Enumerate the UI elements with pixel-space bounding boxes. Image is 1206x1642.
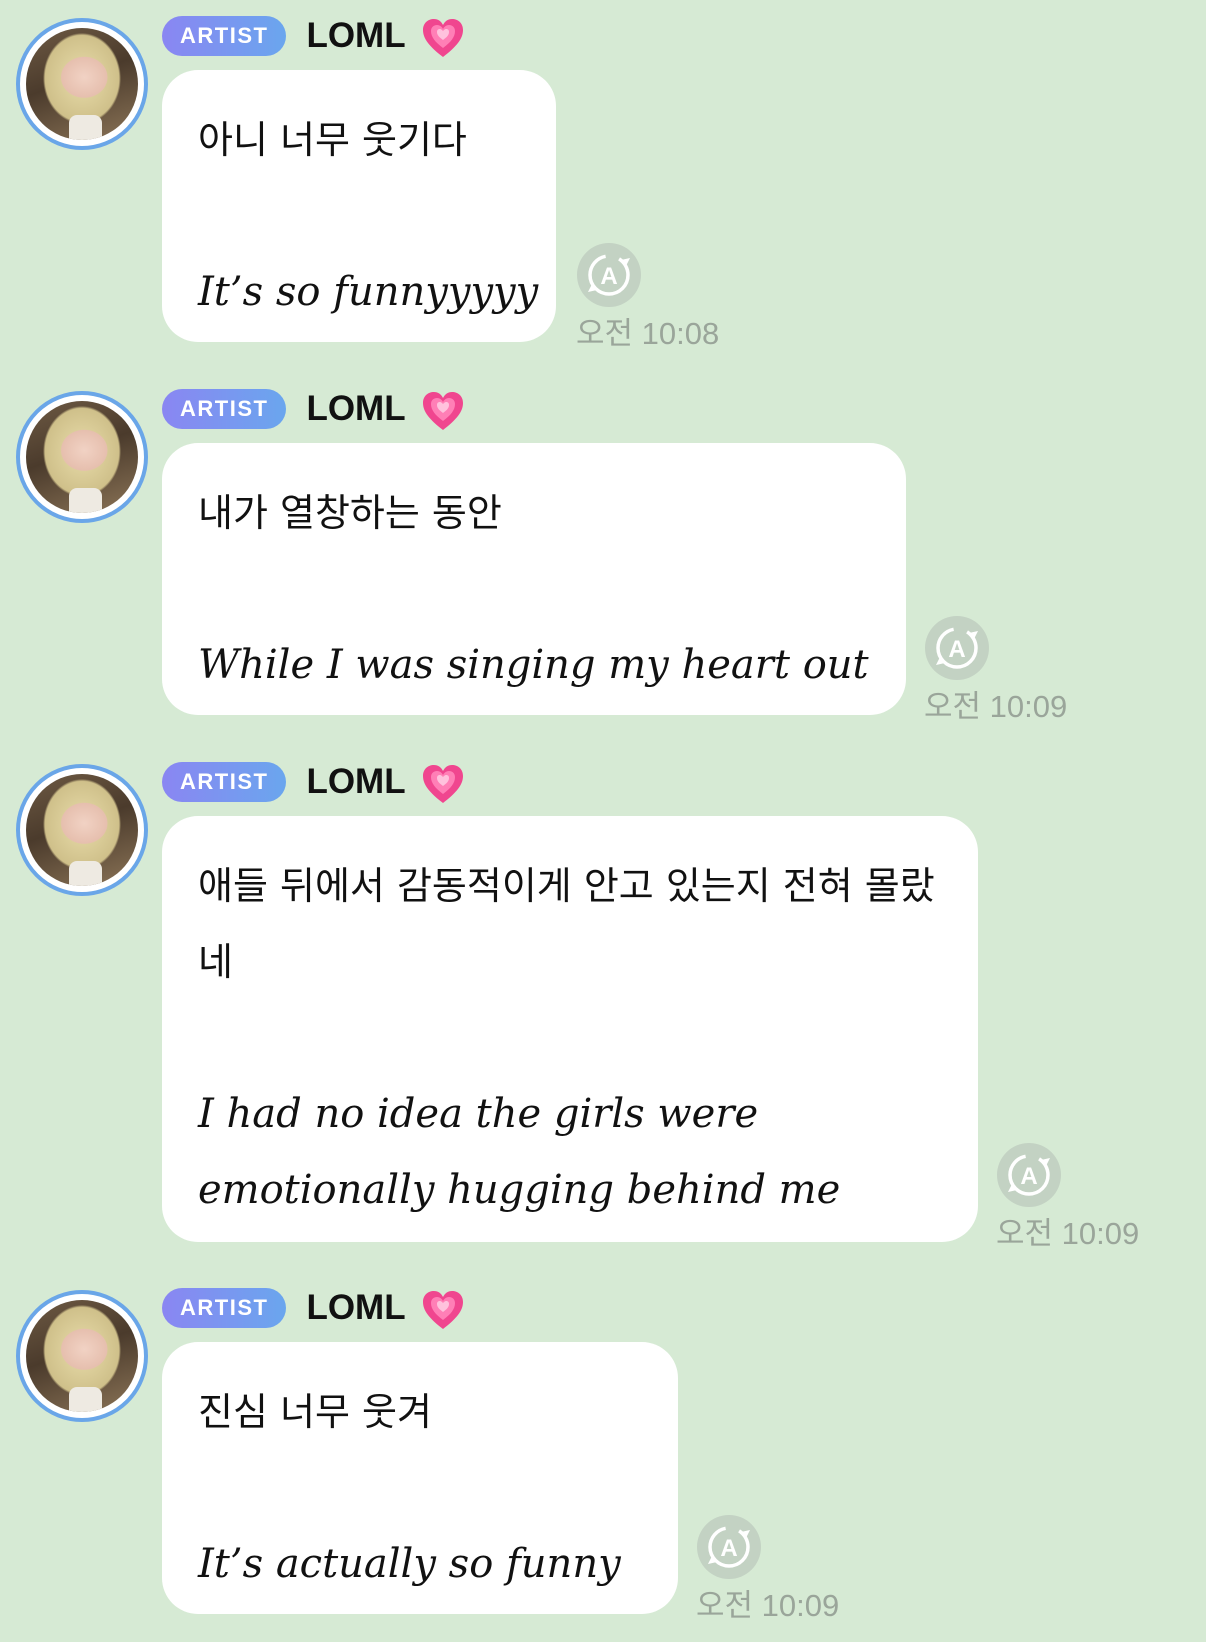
auto-translate-icon[interactable]: A bbox=[924, 615, 990, 681]
message-text-en: emotionally hugging behind me bbox=[198, 1167, 841, 1213]
svg-text:A: A bbox=[948, 636, 965, 663]
sender-name[interactable]: LOML bbox=[306, 389, 405, 429]
message-text-ko: 진심 너무 웃겨 bbox=[198, 1390, 432, 1434]
sender-name[interactable]: LOML bbox=[306, 762, 405, 802]
message-bubble[interactable]: 진심 너무 웃겨 It’s actually so funny bbox=[162, 1342, 678, 1614]
avatar-photo bbox=[26, 1300, 138, 1412]
artist-badge: ARTIST bbox=[162, 16, 287, 56]
message-time: 오전 10:09 bbox=[924, 689, 1068, 724]
message-header: ARTIST LOML bbox=[162, 16, 466, 57]
growing-heart-icon bbox=[422, 392, 463, 430]
message-header: ARTIST LOML bbox=[162, 762, 466, 803]
sender-name[interactable]: LOML bbox=[306, 16, 405, 56]
line-spacer bbox=[198, 1450, 642, 1526]
message-bubble[interactable]: 아니 너무 웃기다 It’s so funnyyyyy bbox=[162, 70, 556, 342]
auto-translate-icon[interactable]: A bbox=[576, 242, 642, 308]
growing-heart-icon bbox=[422, 765, 463, 803]
message-bubble[interactable]: 내가 열창하는 동안 While I was singing my heart … bbox=[162, 443, 906, 715]
message-bubble[interactable]: 애들 뒤에서 감동적이게 안고 있는지 전혀 몰랐 네 I had no ide… bbox=[162, 816, 978, 1242]
avatar[interactable] bbox=[16, 1290, 148, 1422]
artist-badge: ARTIST bbox=[162, 762, 287, 802]
message-header: ARTIST LOML bbox=[162, 389, 466, 430]
line-spacer bbox=[198, 551, 870, 627]
message-text-en: I had no idea the girls were bbox=[198, 1091, 759, 1137]
line-spacer bbox=[198, 1000, 942, 1076]
svg-text:A: A bbox=[600, 263, 617, 290]
avatar[interactable] bbox=[16, 391, 148, 523]
svg-text:A: A bbox=[720, 1535, 737, 1562]
message-text-ko: 네 bbox=[198, 940, 233, 984]
line-spacer bbox=[198, 178, 520, 254]
message-text-en: It’s so funnyyyyy bbox=[198, 269, 539, 315]
message-text-ko: 아니 너무 웃기다 bbox=[198, 118, 467, 162]
avatar-photo bbox=[26, 28, 138, 140]
message-time: 오전 10:09 bbox=[696, 1588, 840, 1623]
auto-translate-icon[interactable]: A bbox=[996, 1142, 1062, 1208]
message-header: ARTIST LOML bbox=[162, 1288, 466, 1329]
sender-name[interactable]: LOML bbox=[306, 1288, 405, 1328]
svg-text:A: A bbox=[1020, 1163, 1037, 1190]
message-time: 오전 10:08 bbox=[576, 316, 720, 351]
artist-badge: ARTIST bbox=[162, 1288, 287, 1328]
message-text-ko: 내가 열창하는 동안 bbox=[198, 491, 502, 535]
auto-translate-icon[interactable]: A bbox=[696, 1514, 762, 1580]
message-text-en: It’s actually so funny bbox=[198, 1541, 621, 1587]
avatar[interactable] bbox=[16, 764, 148, 896]
message-text-ko: 애들 뒤에서 감동적이게 안고 있는지 전혀 몰랐 bbox=[198, 864, 935, 908]
message-text-en: While I was singing my heart out bbox=[198, 642, 869, 688]
growing-heart-icon bbox=[422, 1291, 463, 1329]
message-time: 오전 10:09 bbox=[996, 1216, 1140, 1251]
growing-heart-icon bbox=[422, 19, 463, 57]
avatar-photo bbox=[26, 774, 138, 886]
artist-badge: ARTIST bbox=[162, 389, 287, 429]
avatar[interactable] bbox=[16, 18, 148, 150]
avatar-photo bbox=[26, 401, 138, 513]
